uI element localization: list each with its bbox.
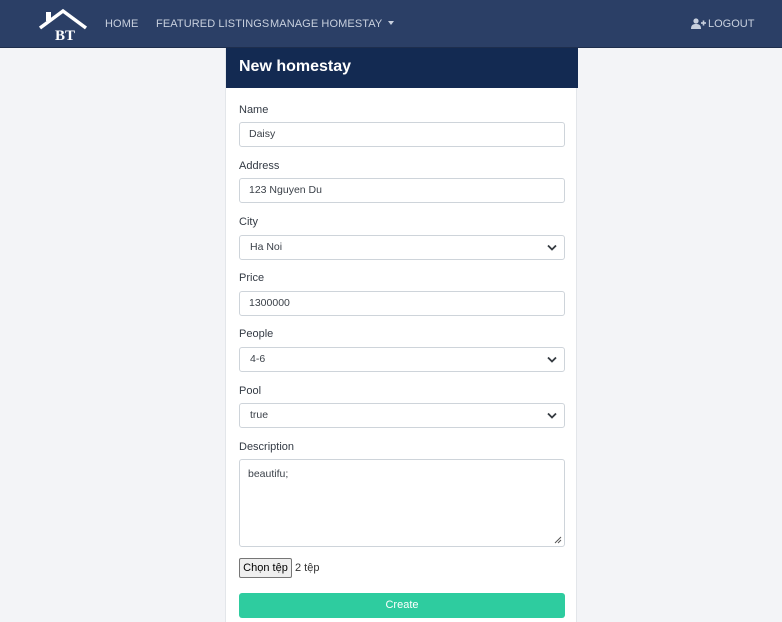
user-plus-icon bbox=[691, 18, 706, 29]
description-text: beautifu; bbox=[248, 468, 289, 480]
chevron-down-icon bbox=[547, 412, 557, 419]
name-input[interactable]: Daisy bbox=[239, 122, 565, 147]
people-label: People bbox=[239, 328, 274, 340]
file-status: 2 tệp bbox=[295, 562, 320, 574]
chevron-down-icon bbox=[547, 356, 557, 363]
new-homestay-form: New homestay Name Daisy Address 123 Nguy… bbox=[225, 48, 578, 622]
nav-manage-homestay-label: MANAGE HOMESTAY bbox=[270, 18, 383, 30]
top-navbar: BT HOME FEATURED LISTINGS MANAGE HOMESTA… bbox=[0, 0, 782, 48]
choose-file-button[interactable]: Chọn tệp bbox=[239, 558, 292, 578]
nav-manage-homestay[interactable]: MANAGE HOMESTAY bbox=[270, 18, 395, 30]
city-select[interactable]: Ha Noi bbox=[239, 235, 565, 260]
price-label: Price bbox=[239, 272, 265, 284]
form-title: New homestay bbox=[239, 58, 352, 75]
chevron-down-icon bbox=[547, 244, 557, 251]
caret-down-icon bbox=[388, 21, 395, 25]
form-header: New homestay bbox=[226, 48, 578, 88]
pool-selected-value: true bbox=[250, 409, 269, 421]
people-select[interactable]: 4-6 bbox=[239, 347, 565, 372]
logout-label: LOGOUT bbox=[708, 18, 755, 30]
address-label: Address bbox=[239, 160, 280, 172]
nav-featured-listings[interactable]: FEATURED LISTINGS bbox=[156, 18, 269, 30]
description-label: Description bbox=[239, 441, 295, 453]
address-input[interactable]: 123 Nguyen Du bbox=[239, 178, 565, 203]
svg-text:BT: BT bbox=[55, 28, 75, 42]
house-logo-icon: BT bbox=[38, 8, 88, 44]
logout-link[interactable]: LOGOUT bbox=[691, 18, 754, 30]
city-label: City bbox=[239, 216, 258, 228]
city-selected-value: Ha Noi bbox=[250, 241, 283, 253]
logo[interactable]: BT bbox=[38, 8, 88, 44]
name-label: Name bbox=[239, 104, 269, 116]
pool-select[interactable]: true bbox=[239, 403, 565, 428]
create-button[interactable]: Create bbox=[239, 593, 565, 618]
price-input[interactable]: 1300000 bbox=[239, 291, 565, 316]
description-textarea[interactable]: beautifu; bbox=[239, 459, 565, 547]
resize-handle-icon[interactable] bbox=[554, 536, 562, 544]
nav-home[interactable]: HOME bbox=[105, 18, 138, 30]
pool-label: Pool bbox=[239, 385, 262, 397]
people-selected-value: 4-6 bbox=[250, 353, 266, 365]
